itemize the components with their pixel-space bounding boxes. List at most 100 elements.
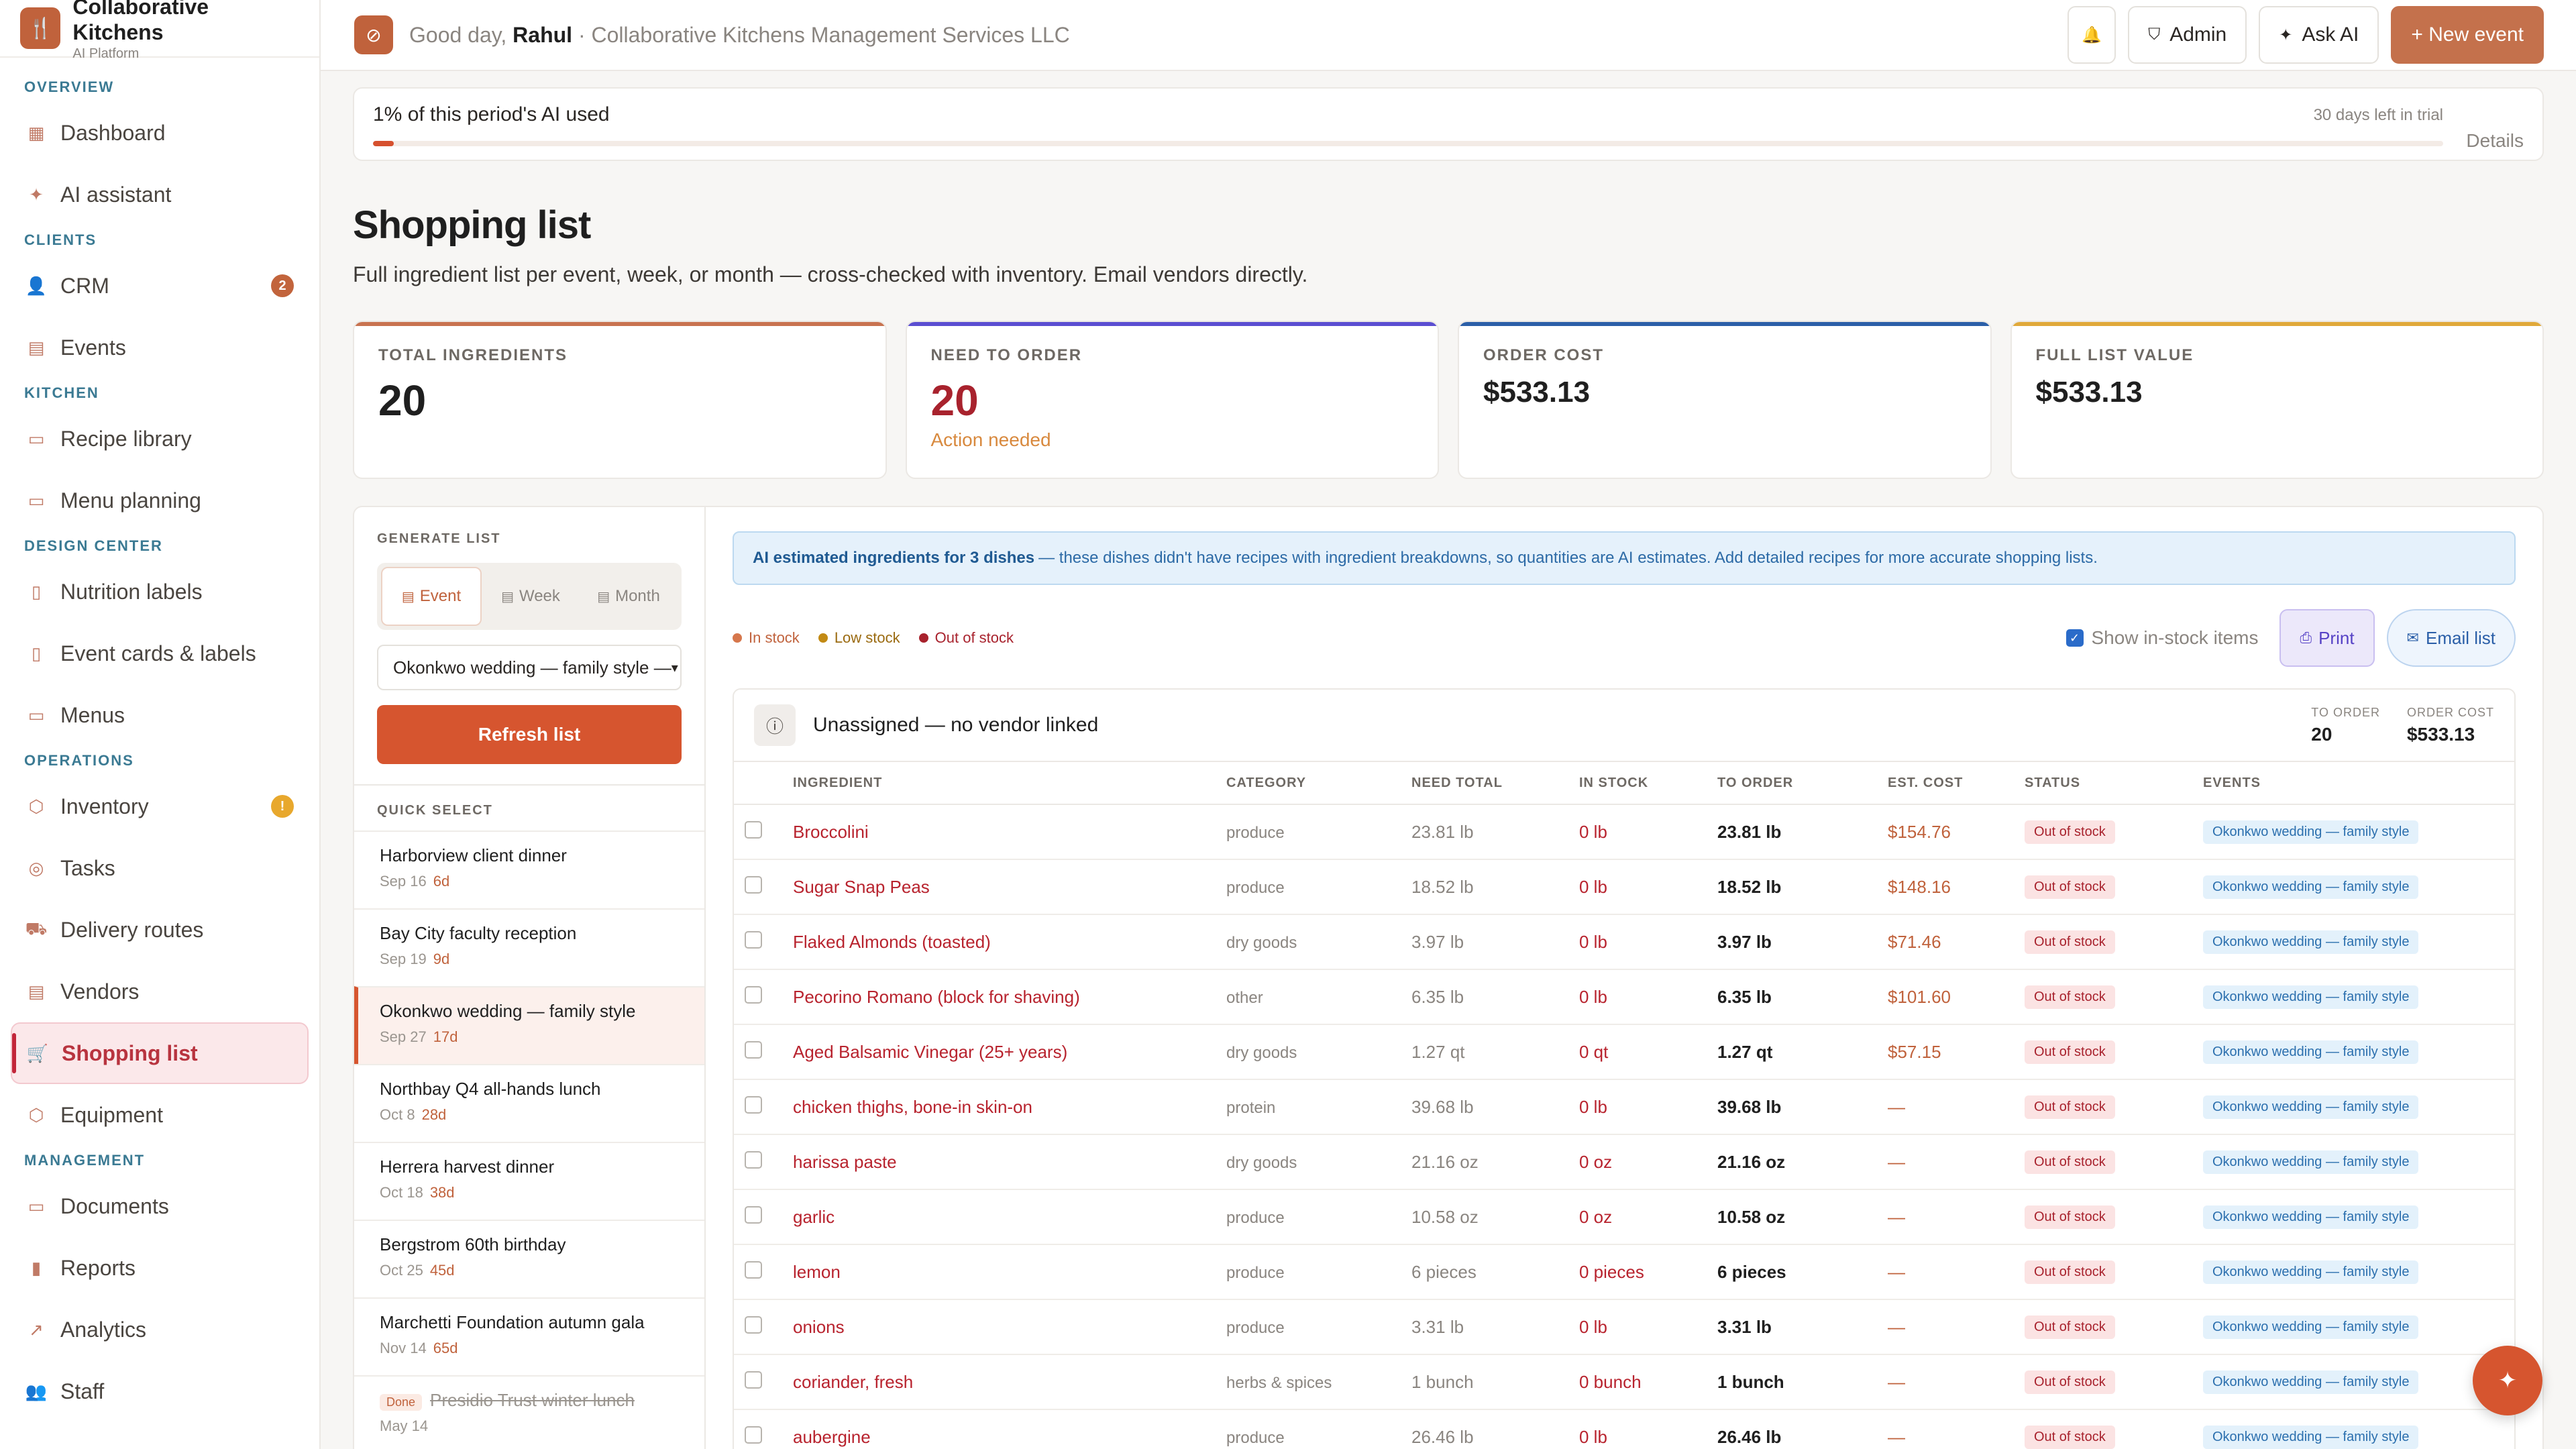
event-tag[interactable]: Okonkwo wedding — family style bbox=[2203, 930, 2419, 954]
quick-select-item[interactable]: Okonkwo wedding — family style Sep 27 17d bbox=[354, 986, 704, 1064]
sidebar-item-event-cards[interactable]: ▯ Event cards & labels bbox=[11, 623, 309, 684]
sidebar-item-equipment[interactable]: ⬡ Equipment bbox=[11, 1084, 309, 1146]
event-tag[interactable]: Okonkwo wedding — family style bbox=[2203, 1040, 2419, 1064]
folder-icon: ▭ bbox=[28, 1195, 45, 1216]
event-tag[interactable]: Okonkwo wedding — family style bbox=[2203, 820, 2419, 844]
ai-assistant-fab[interactable]: ✦ bbox=[2473, 1346, 2542, 1415]
table-row[interactable]: chicken thighs, bone-in skin-on protein 39… bbox=[734, 1080, 2514, 1135]
row-checkbox[interactable] bbox=[745, 1260, 762, 1279]
row-checkbox[interactable] bbox=[745, 1150, 762, 1169]
row-checkbox[interactable] bbox=[745, 1205, 762, 1224]
segment-week[interactable]: ▤ Week bbox=[482, 567, 580, 626]
cell: 0 bunch bbox=[1579, 1371, 1642, 1392]
admin-button[interactable]: ⛉ Admin bbox=[2128, 6, 2247, 64]
sidebar-item-documents[interactable]: ▭ Documents bbox=[11, 1175, 309, 1237]
quick-select-item[interactable]: Bay City faculty reception Sep 19 9d bbox=[354, 908, 704, 986]
row-checkbox[interactable] bbox=[745, 875, 762, 894]
table-row[interactable]: lemon produce 6 pieces 0 pieces 6 pieces — Out… bbox=[734, 1245, 2514, 1300]
row-checkbox[interactable] bbox=[745, 985, 762, 1004]
event-tag[interactable]: Okonkwo wedding — family style bbox=[2203, 1150, 2419, 1174]
event-tag[interactable]: Okonkwo wedding — family style bbox=[2203, 1260, 2419, 1284]
row-checkbox[interactable] bbox=[745, 1316, 762, 1334]
usage-details-link[interactable]: Details bbox=[2466, 130, 2524, 152]
cell: other bbox=[1226, 988, 1263, 1007]
table-row[interactable]: Sugar Snap Peas produce 18.52 lb 0 lb 18.52 … bbox=[734, 860, 2514, 915]
show-in-stock-toggle[interactable]: ✓ Show in-stock items bbox=[2065, 627, 2258, 649]
cell: — bbox=[1888, 1371, 1905, 1392]
event-tag[interactable]: Okonkwo wedding — family style bbox=[2203, 1205, 2419, 1229]
segment-event[interactable]: ▤ Event bbox=[381, 567, 482, 626]
vendor-group-header[interactable]: ⓘ Unassigned — no vendor linked TO ORDER… bbox=[734, 690, 2514, 762]
table-row[interactable]: Aged Balsamic Vinegar (25+ years) dry goo… bbox=[734, 1025, 2514, 1080]
new-event-button[interactable]: + New event bbox=[2391, 6, 2544, 64]
event-tag[interactable]: Okonkwo wedding — family style bbox=[2203, 1316, 2419, 1339]
col-ingredient[interactable]: INGREDIENT bbox=[793, 775, 1226, 791]
col-need-total[interactable]: NEED TOTAL bbox=[1411, 775, 1579, 791]
row-checkbox[interactable] bbox=[745, 1371, 762, 1389]
sidebar-item-vendors[interactable]: ▤ Vendors bbox=[11, 961, 309, 1022]
sidebar-item-nutrition-labels[interactable]: ▯ Nutrition labels bbox=[11, 561, 309, 623]
quick-select-item[interactable]: Harborview client dinner Sep 16 6d bbox=[354, 830, 704, 908]
table-row[interactable]: aubergine produce 26.46 lb 0 lb 26.46 lb — Out… bbox=[734, 1410, 2514, 1449]
sidebar-item-dashboard[interactable]: ▦ Dashboard bbox=[11, 102, 309, 164]
col-in-stock[interactable]: IN STOCK bbox=[1579, 775, 1717, 791]
brand[interactable]: 🍴 Collaborative Kitchens AI Platform bbox=[0, 0, 319, 61]
sidebar-item-reports[interactable]: ▮ Reports bbox=[11, 1237, 309, 1299]
col-status[interactable]: STATUS bbox=[2025, 775, 2203, 791]
table-row[interactable]: onions produce 3.31 lb 0 lb 3.31 lb — Out of s… bbox=[734, 1300, 2514, 1355]
event-tag[interactable]: Okonkwo wedding — family style bbox=[2203, 875, 2419, 899]
row-checkbox[interactable] bbox=[745, 820, 762, 839]
company-logo-icon[interactable]: ⊘ bbox=[354, 15, 393, 54]
sidebar-item-events[interactable]: ▤ Events bbox=[11, 317, 309, 378]
table-row[interactable]: garlic produce 10.58 oz 0 oz 10.58 oz — Out of… bbox=[734, 1190, 2514, 1245]
segment-month[interactable]: ▤ Month bbox=[580, 567, 678, 626]
row-checkbox[interactable] bbox=[745, 1426, 762, 1444]
col-category[interactable]: CATEGORY bbox=[1226, 775, 1411, 791]
sparkle-icon: ✦ bbox=[2498, 1368, 2518, 1393]
notifications-button[interactable]: 🔔 bbox=[2068, 6, 2116, 64]
sidebar-item-recipe-library[interactable]: ▭ Recipe library bbox=[11, 408, 309, 470]
ask-ai-button[interactable]: ✦ Ask AI bbox=[2259, 6, 2379, 64]
status-badge: Out of stock bbox=[2025, 1150, 2115, 1174]
col-events[interactable]: EVENTS bbox=[2203, 775, 2514, 791]
cell: dry goods bbox=[1226, 1043, 1297, 1062]
table-row[interactable]: Flaked Almonds (toasted) dry goods 3.97 lb… bbox=[734, 915, 2514, 970]
quick-select-item[interactable]: Bergstrom 60th birthday Oct 25 45d bbox=[354, 1220, 704, 1297]
quick-select-item[interactable]: Marchetti Foundation autumn gala Nov 14 65… bbox=[354, 1297, 704, 1375]
sidebar-item-menu-planning[interactable]: ▭ Menu planning bbox=[11, 470, 309, 531]
table-row[interactable]: Pecorino Romano (block for shaving) other… bbox=[734, 970, 2514, 1025]
nav-section-clients: CLIENTS bbox=[24, 231, 97, 248]
cell: — bbox=[1888, 1426, 1905, 1447]
quick-select-item-done[interactable]: Done Presidio Trust winter lunch May 14 bbox=[354, 1375, 704, 1449]
sidebar-item-analytics[interactable]: ↗ Analytics bbox=[11, 1299, 309, 1360]
sidebar-item-staff[interactable]: 👥 Staff bbox=[11, 1360, 309, 1422]
sidebar-item-inventory[interactable]: ⬡ Inventory! bbox=[11, 775, 309, 837]
email-list-button[interactable]: ✉ Email list bbox=[2386, 609, 2516, 667]
quick-select-item[interactable]: Northbay Q4 all-hands lunch Oct 8 28d bbox=[354, 1064, 704, 1142]
table-row[interactable]: Broccolini produce 23.81 lb 0 lb 23.81 lb $15… bbox=[734, 805, 2514, 860]
event-tag[interactable]: Okonkwo wedding — family style bbox=[2203, 1095, 2419, 1119]
row-checkbox[interactable] bbox=[745, 1040, 762, 1059]
table-row[interactable]: harissa paste dry goods 21.16 oz 0 oz 21.16 … bbox=[734, 1135, 2514, 1190]
sidebar-item-delivery-routes[interactable]: ⛟ Delivery routes bbox=[11, 899, 309, 961]
print-button[interactable]: ⎙ Print bbox=[2279, 609, 2375, 667]
row-checkbox[interactable] bbox=[745, 1095, 762, 1114]
col-est-cost[interactable]: EST. COST bbox=[1888, 775, 2025, 791]
col-to-order[interactable]: TO ORDER bbox=[1717, 775, 1888, 791]
sidebar-item-ai-assistant[interactable]: ✦ AI assistant bbox=[11, 164, 309, 225]
sidebar-item-tasks[interactable]: ◎ Tasks bbox=[11, 837, 309, 899]
calendar-icon: ▤ bbox=[28, 337, 45, 358]
sidebar-item-shopping-list[interactable]: 🛒 Shopping list bbox=[11, 1022, 309, 1084]
event-tag[interactable]: Okonkwo wedding — family style bbox=[2203, 1426, 2419, 1449]
event-select[interactable]: Okonkwo wedding — family style — ▾ bbox=[377, 645, 682, 690]
cell: 26.46 lb bbox=[1411, 1426, 1474, 1447]
sidebar-item-crm[interactable]: 👤 CRM 2 bbox=[11, 255, 309, 317]
checkbox-checked-icon[interactable]: ✓ bbox=[2065, 629, 2084, 647]
event-tag[interactable]: Okonkwo wedding — family style bbox=[2203, 985, 2419, 1009]
row-checkbox[interactable] bbox=[745, 930, 762, 949]
refresh-list-button[interactable]: Refresh list bbox=[377, 705, 682, 764]
table-row[interactable]: coriander, fresh herbs & spices 1 bunch 0 b… bbox=[734, 1355, 2514, 1410]
quick-select-item[interactable]: Herrera harvest dinner Oct 18 38d bbox=[354, 1142, 704, 1220]
event-tag[interactable]: Okonkwo wedding — family style bbox=[2203, 1371, 2419, 1394]
sidebar-item-menus[interactable]: ▭ Menus bbox=[11, 684, 309, 746]
